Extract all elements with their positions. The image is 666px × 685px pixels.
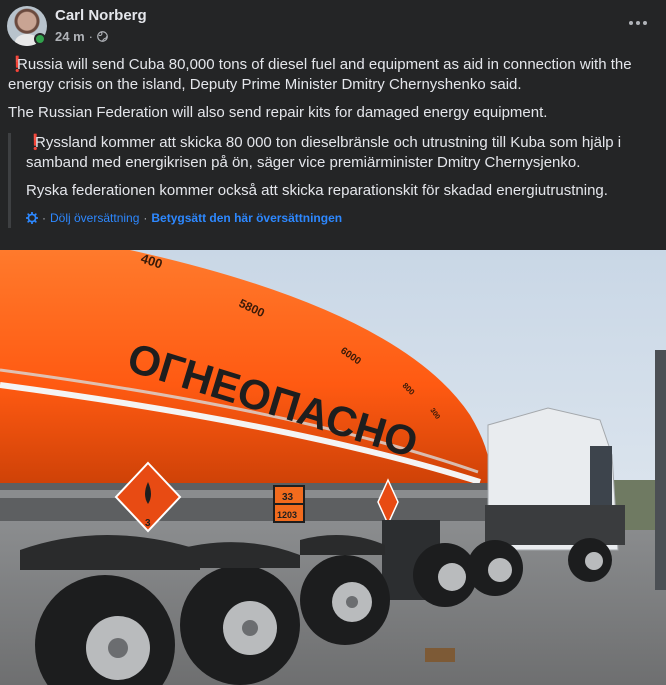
more-options-button[interactable] [624, 11, 652, 35]
online-status-dot [34, 33, 46, 45]
hazard-plate-bottom: 1203 [277, 510, 297, 520]
original-paragraph-1: ❗Russia will send Cuba 80,000 tons of di… [8, 56, 632, 93]
footer-separator: · [42, 211, 46, 225]
author-name[interactable]: Carl Norberg [55, 7, 147, 24]
translated-paragraph-1: ❗Ryssland kommer att skicka 80 000 ton d… [26, 134, 622, 171]
footer-separator: · [143, 211, 148, 225]
more-icon [629, 21, 633, 25]
meta-separator: · [88, 29, 93, 44]
globe-icon[interactable] [97, 31, 108, 42]
translated-paragraph-2: Ryska federationen kommer också att skic… [26, 182, 608, 199]
post-timestamp[interactable]: 24 m [55, 29, 85, 44]
post-photo[interactable]: ОГНЕОПАСНО 400 5800 6000 800 300 3 33 12… [0, 250, 666, 685]
gear-icon[interactable] [26, 212, 38, 224]
post-body: ❗Russia will send Cuba 80,000 tons of di… [8, 55, 658, 131]
rate-translation-link[interactable]: Betygsätt den här översättningen [151, 208, 342, 228]
post-header: Carl Norberg 24 m · [0, 0, 666, 50]
original-paragraph-2: The Russian Federation will also send re… [8, 104, 548, 121]
translation-footer: · Dölj översättning · Betygsätt den här … [26, 208, 658, 228]
hide-translation-link[interactable]: Dölj översättning [50, 208, 139, 228]
hazard-class-number: 3 [145, 518, 151, 529]
translation-block: ❗Ryssland kommer att skicka 80 000 ton d… [8, 133, 658, 228]
fuel-truck-photo: ОГНЕОПАСНО 400 5800 6000 800 300 3 33 12… [0, 250, 666, 685]
exclamation-icon: ❗ [26, 134, 45, 151]
post-meta: 24 m · [55, 29, 108, 44]
exclamation-icon: ❗ [8, 56, 27, 73]
hazard-plate-top: 33 [282, 492, 294, 503]
